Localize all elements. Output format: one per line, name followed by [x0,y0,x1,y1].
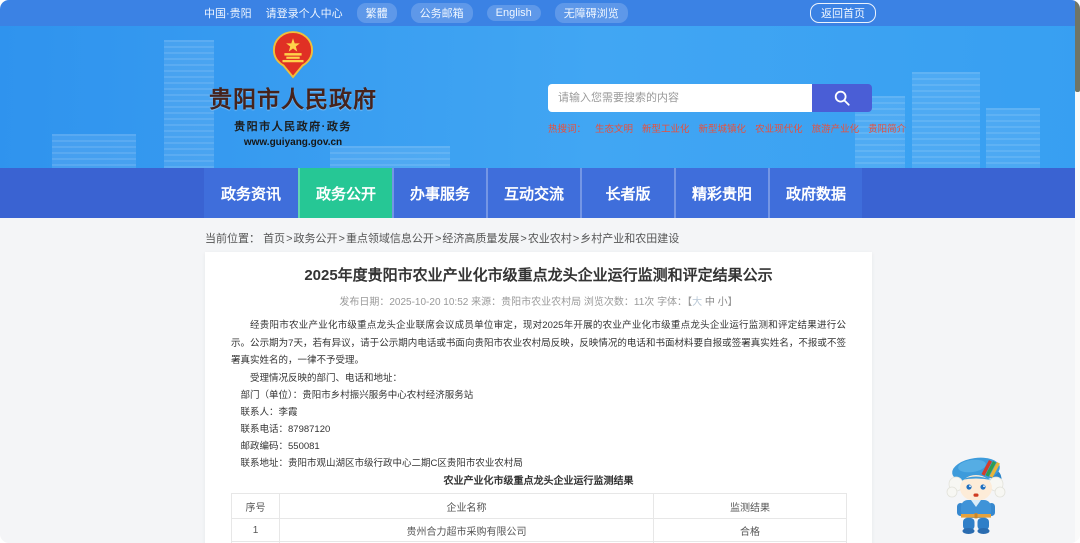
font-size-small-button[interactable]: 小 [718,297,728,308]
results-table-title: 农业产业化市级重点龙头企业运行监测结果 [443,476,634,487]
scrollbar-thumb[interactable] [1075,0,1080,92]
return-home-button[interactable]: 返回首页 [810,3,876,23]
breadcrumb-segment-home[interactable]: 首页 [263,233,285,245]
building-shape [164,40,214,168]
contact-phone-line: 联系电话：87987120 [240,424,331,435]
nav-item-gov-data[interactable]: 政府数据 [768,168,862,218]
company-name: 贵州合力超市采购有限公司 [279,518,654,542]
breadcrumb-segment-agriculture[interactable]: 农业农村 [528,233,572,245]
nav-item-gov-disclosure[interactable]: 政务公开 [298,168,392,218]
nav-item-senior-version[interactable]: 长者版 [580,168,674,218]
breadcrumb: 当前位置： 首页>政务公开>重点领域信息公开>经济高质量发展>农业农村>乡村产业… [205,230,679,246]
breadcrumb-separator: > [338,233,345,245]
postal-code-line: 邮政编码：550081 [240,441,320,452]
building-shape [330,146,450,168]
search-icon [834,90,850,106]
source-value: 贵阳市农业农村局 [501,297,582,308]
font-size-label: 字体： [657,297,688,308]
topbar-login-link[interactable]: 请登录个人中心 [266,5,343,21]
nav-item-services[interactable]: 办事服务 [392,168,486,218]
article-paragraph: 经贵阳市农业产业化市级重点龙头企业联席会议成员单位审定，现对2025年开展的农业… [231,320,846,366]
monitoring-results-table: 序号 企业名称 监测结果 1 贵州合力超市采购有限公司 合格 2 贵州友禾种业有… [231,493,847,543]
contact-department-line: 部门（单位）：贵阳市乡村振兴服务中心农村经济服务站 [240,390,474,401]
breadcrumb-segment-rural-industry[interactable]: 乡村产业和农田建设 [580,233,679,245]
topbar-link-official-mailbox[interactable]: 公务邮箱 [410,3,473,23]
views-label: 浏览次数： [583,297,634,308]
scrollbar[interactable] [1075,0,1080,543]
topbar: 中国·贵阳 请登录个人中心 繁體 公务邮箱 English 无障碍浏览 返回首页 [0,0,1080,26]
building-shape [986,108,1040,168]
topbar-link-accessibility[interactable]: 无障碍浏览 [554,3,628,23]
building-shape [912,72,980,168]
article-title: 2025年度贵阳市农业产业化市级重点龙头企业运行监测和评定结果公示 [304,267,773,284]
article-meta: 发布日期：2025-10-20 10:52 来源：贵阳市农业农村局 浏览次数：1… [231,293,846,308]
column-header-index: 序号 [231,493,280,519]
national-emblem-icon [272,31,314,79]
breadcrumb-separator: > [572,233,580,245]
breadcrumb-segment-key-info[interactable]: 重点领域信息公开 [346,233,434,245]
views-value: 11次 [633,297,655,308]
monitor-result: 合格 [653,518,847,542]
mascot-assistant-character[interactable] [944,452,1012,534]
source-label: 来源： [471,297,502,308]
hot-search-label: 热搜词： [548,124,587,135]
site-logo[interactable]: 贵阳市人民政府 贵阳市人民政府·政务 www.guiyang.gov.cn [208,31,378,148]
topbar-link-china-guiyang[interactable]: 中国·贵阳 [204,5,252,21]
hot-search-item-2[interactable]: 新型工业化 [642,121,690,135]
site-title: 贵阳市人民政府 [209,86,377,112]
search-input[interactable] [548,84,812,112]
search-button[interactable] [812,84,872,112]
nav-item-highlights[interactable]: 精彩贵阳 [674,168,768,218]
nav-item-interaction[interactable]: 互动交流 [486,168,580,218]
table-row: 1 贵州合力超市采购有限公司 合格 [231,518,847,542]
publish-date-label: 发布日期： [339,297,390,308]
hot-search-row: 热搜词： 生态文明 新型工业化 新型城镇化 农业现代化 旅游产业化 贵阳简介 [548,121,906,135]
hot-search-item-6[interactable]: 贵阳简介 [868,121,906,135]
article-paragraph: 受理情况反映的部门、电话和地址： [250,372,403,384]
breadcrumb-separator: > [520,233,527,245]
contact-address-line: 联系地址：贵阳市观山湖区市级行政中心二期C区贵阳市农业农村局 [240,458,523,469]
table-header-row: 序号 企业名称 监测结果 [231,493,847,519]
site-subtitle: 贵阳市人民政府·政务 [234,121,352,133]
hot-search-item-1[interactable]: 生态文明 [595,121,633,135]
column-header-result: 监测结果 [653,493,847,519]
hot-search-item-4[interactable]: 农业现代化 [755,121,803,135]
breadcrumb-separator: > [434,233,442,245]
contact-person-line: 联系人：李霞 [240,407,298,418]
breadcrumb-separator: > [286,233,293,245]
search-area: 热搜词： 生态文明 新型工业化 新型城镇化 农业现代化 旅游产业化 贵阳简介 [548,84,906,135]
font-size-bracket: 】 [727,297,738,308]
row-index: 1 [231,518,280,542]
nav-item-gov-news[interactable]: 政务资讯 [204,168,298,218]
font-size-medium-button[interactable]: 中 [705,297,715,308]
page: 中国·贵阳 请登录个人中心 繁體 公务邮箱 English 无障碍浏览 返回首页… [0,0,1080,543]
font-size-large-button[interactable]: 大 [692,297,702,308]
publish-date: 2025-10-20 10:52 [389,297,469,308]
site-url: www.guiyang.gov.cn [243,137,343,148]
header-banner: 贵阳市人民政府 贵阳市人民政府·政务 www.guiyang.gov.cn 热搜… [0,26,1080,168]
topbar-link-traditional-chinese[interactable]: 繁體 [356,3,397,23]
hot-search-item-3[interactable]: 新型城镇化 [699,121,747,135]
article-panel: 2025年度贵阳市农业产业化市级重点龙头企业运行监测和评定结果公示 发布日期：2… [205,252,872,543]
column-header-company: 企业名称 [279,493,654,519]
breadcrumb-segment-economy[interactable]: 经济高质量发展 [442,233,519,245]
topbar-link-english[interactable]: English [486,5,541,21]
breadcrumb-segment-disclosure[interactable]: 政务公开 [294,233,338,245]
breadcrumb-label: 当前位置： [205,233,260,245]
building-shape [52,134,136,168]
main-navigation: 政务资讯 政务公开 办事服务 互动交流 长者版 精彩贵阳 政府数据 [0,168,1080,218]
hot-search-item-5[interactable]: 旅游产业化 [812,121,860,135]
